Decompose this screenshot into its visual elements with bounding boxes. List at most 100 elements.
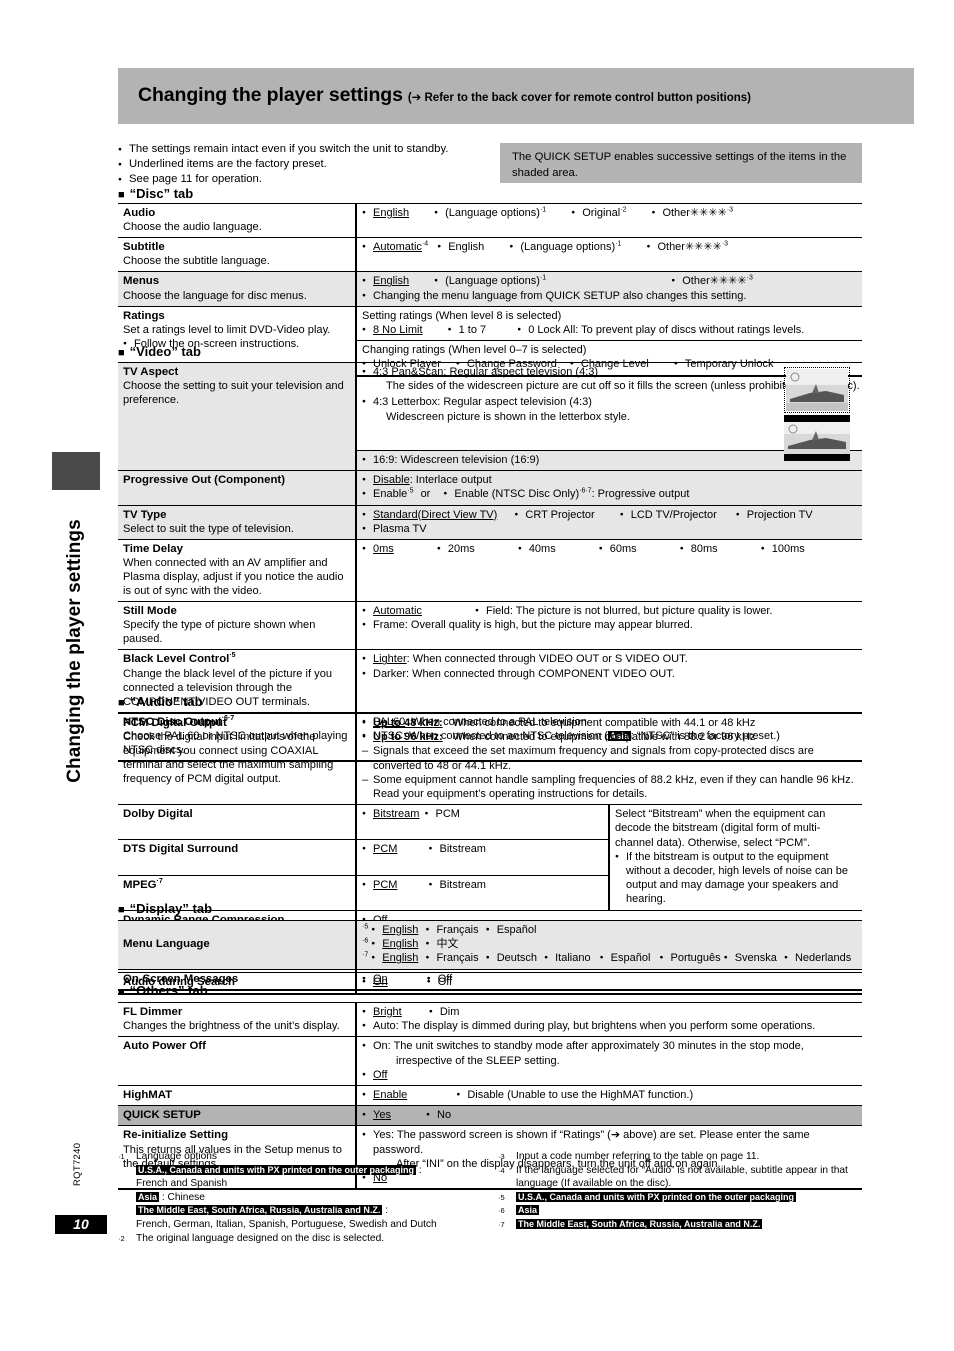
option-menu-lang[interactable]: Français [425, 923, 478, 938]
option-frame[interactable]: Frame: Overall quality is high, but the … [362, 618, 858, 633]
row-label-pcm-digital-output: PCM Digital Output Check the digital inp… [118, 712, 357, 806]
vertical-section-title: Changing the player settings [64, 519, 85, 783]
row-label-dts-digital-surround: DTS Digital Surround [118, 839, 357, 876]
option-menu-lang[interactable]: Deutsch [486, 951, 537, 966]
option-menu-lang[interactable]: English [371, 923, 418, 938]
option-60ms[interactable]: 60ms [599, 542, 637, 557]
table-row: Audio Choose the audio language. English… [118, 202, 862, 239]
option-automatic[interactable]: Automatic·4 [362, 240, 428, 255]
option-pcm[interactable]: PCM [425, 807, 460, 822]
row-options-on-screen-messages: On Off [356, 968, 862, 991]
option-20ms[interactable]: 20ms [437, 542, 475, 557]
option-up-to-96khz[interactable]: Up to 96 kHz:When connected to equipment… [362, 730, 858, 745]
page-number: 10 [55, 1215, 107, 1234]
option-menu-lang[interactable]: Italiano [544, 951, 590, 966]
option-bright[interactable]: Bright [362, 1005, 402, 1020]
row-label-audio: Audio Choose the audio language. [118, 202, 357, 239]
option-language-options[interactable]: (Language options)·1 [434, 274, 546, 289]
option-projection-tv[interactable]: Projection TV [736, 508, 813, 523]
option-1-to-7[interactable]: 1 to 7 [448, 323, 487, 338]
table-row: Menus Choose the language for disc menus… [118, 271, 862, 307]
option-menu-lang[interactable]: English [371, 951, 418, 966]
option-on[interactable]: On: The unit switches to standby mode af… [362, 1039, 858, 1054]
row-options-dts-digital-surround: PCM Bitstream [356, 839, 610, 876]
option-automatic[interactable]: Automatic [362, 604, 422, 619]
table-row: HighMAT Enable Disable (Unable to use th… [118, 1085, 862, 1107]
option-on[interactable]: On [362, 972, 388, 987]
tab-heading-others: ■ “Others” tab [118, 983, 208, 998]
option-100ms[interactable]: 100ms [761, 542, 805, 557]
option-english[interactable]: English [437, 240, 484, 255]
table-video: TV Aspect Choose the setting to suit you… [118, 361, 862, 762]
menus-note: Changing the menu language from QUICK SE… [362, 289, 858, 304]
document-code: RQT7240 [72, 1142, 83, 1186]
row-options-fl-dimmer: Bright Dim Auto: The display is dimmed d… [356, 1001, 862, 1038]
option-enable[interactable]: Enable [362, 1088, 407, 1103]
option-pan-scan[interactable]: 4:3 Pan&Scan: Regular aspect television … [362, 365, 954, 380]
row-label-still-mode: Still Mode Specify the type of picture s… [118, 601, 357, 651]
option-pcm[interactable]: PCM [362, 878, 397, 893]
table-row: Time Delay When connected with an AV amp… [118, 539, 862, 603]
option-menu-lang[interactable]: Nederlands [784, 951, 851, 966]
option-original[interactable]: Original·2 [571, 206, 626, 221]
option-disable[interactable]: Disable (Unable to use the HighMAT funct… [456, 1088, 693, 1103]
option-yes[interactable]: Yes [362, 1108, 391, 1123]
option-bitstream[interactable]: Bitstream [362, 807, 419, 822]
row-options-tv-type: Standard(Direct View TV) CRT Projector L… [356, 504, 862, 541]
option-field[interactable]: Field: The picture is not blurred, but p… [475, 604, 773, 619]
option-menu-lang[interactable]: English [371, 937, 418, 952]
option-up-to-48khz[interactable]: Up to 48 kHz:When connected to equipment… [362, 716, 858, 731]
region-badge-asia: Asia [136, 1191, 160, 1202]
option-bitstream[interactable]: Bitstream [429, 878, 486, 893]
row-label-auto-power-off: Auto Power Off [118, 1036, 357, 1087]
option-40ms[interactable]: 40ms [518, 542, 556, 557]
row-label-tv-type: TV Type Select to suit the type of telev… [118, 504, 357, 541]
option-pcm[interactable]: PCM [362, 842, 397, 857]
option-other[interactable]: Other✳✳✳✳·3 [646, 240, 728, 255]
option-language-options[interactable]: (Language options)·1 [509, 240, 621, 255]
option-menu-lang[interactable]: Español [600, 951, 651, 966]
pcm-note-2: Some equipment cannot handle sampling fr… [362, 773, 858, 801]
option-menu-lang[interactable]: 中文 [425, 937, 458, 952]
table-row: Still Mode Specify the type of picture s… [118, 601, 862, 651]
footnote-4: ·4 If the language selected for “Audio” … [498, 1164, 848, 1190]
table-row: Auto Power Off On: The unit switches to … [118, 1036, 862, 1087]
option-menu-lang[interactable]: Español [486, 923, 537, 938]
pan-scan-illustration-icon [784, 367, 850, 413]
option-darker[interactable]: Darker: When connected through COMPONENT… [362, 667, 858, 682]
option-other[interactable]: Other✳✳✳✳·3 [671, 274, 753, 289]
quick-setup-note: The QUICK SETUP enables successive setti… [500, 143, 862, 183]
option-dim[interactable]: Dim [429, 1005, 460, 1020]
option-lcd-tv-projector[interactable]: LCD TV/Projector [620, 508, 717, 523]
footnotes-left: ·1 Language options U.S.A., Canada and u… [118, 1150, 498, 1245]
option-8-no-limit[interactable]: 8 No Limit [362, 323, 423, 338]
option-bitstream[interactable]: Bitstream [429, 842, 486, 857]
option-disable[interactable]: Disable: Interlace output [362, 473, 858, 488]
option-language-options[interactable]: (Language options)·1 [434, 206, 546, 221]
option-off[interactable]: Off [427, 972, 452, 987]
row-options-pcm-digital-output: Up to 48 kHz:When connected to equipment… [356, 712, 862, 806]
row-options-audio: English (Language options)·1 Original·2 … [356, 202, 862, 239]
option-plasma-tv[interactable]: Plasma TV [362, 522, 858, 537]
option-english[interactable]: English [362, 274, 409, 289]
option-menu-lang[interactable]: Français [425, 951, 478, 966]
tv-aspect-illustrations [784, 367, 856, 461]
option-enable[interactable]: Enable·5 [362, 487, 414, 502]
option-crt-projector[interactable]: CRT Projector [514, 508, 594, 523]
option-menu-lang[interactable]: Svenska [724, 951, 777, 966]
option-standard-direct-view[interactable]: Standard(Direct View TV) [362, 508, 497, 523]
option-0ms[interactable]: 0ms [362, 542, 394, 557]
option-80ms[interactable]: 80ms [680, 542, 718, 557]
option-menu-lang[interactable]: Português [659, 951, 720, 966]
option-letterbox[interactable]: 4:3 Letterbox: Regular aspect television… [362, 395, 954, 410]
option-other[interactable]: Other✳✳✳✳·3 [651, 206, 733, 221]
row-options-black-level-control: Lighter: When connected through VIDEO OU… [356, 649, 862, 713]
option-enable-ntsc-only[interactable]: Enable (NTSC Disc Only)·6·7: Progressive… [443, 487, 689, 502]
option-auto[interactable]: Auto: The display is dimmed during play,… [362, 1019, 858, 1034]
option-16-9[interactable]: 16:9: Widescreen television (16:9) [362, 453, 858, 468]
option-off[interactable]: Off [362, 1068, 858, 1083]
option-no[interactable]: No [426, 1108, 451, 1123]
option-0-lock-all[interactable]: 0 Lock All: To prevent play of discs wit… [517, 323, 804, 338]
option-english[interactable]: English [362, 206, 409, 221]
option-lighter[interactable]: Lighter: When connected through VIDEO OU… [362, 652, 858, 667]
